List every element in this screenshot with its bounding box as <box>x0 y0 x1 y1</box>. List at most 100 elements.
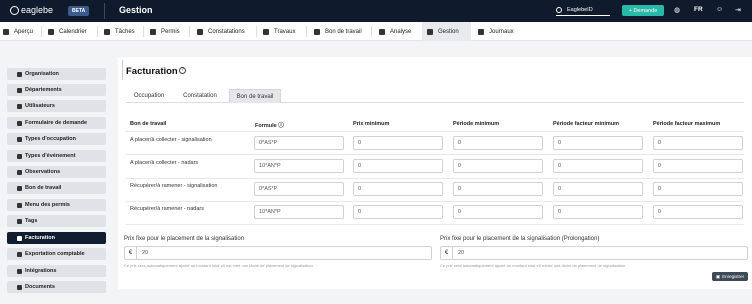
sidebar-item-utilisateurs[interactable]: Utilisateurs <box>7 100 106 112</box>
sidebar-item-organisation[interactable]: Organisation <box>7 68 106 80</box>
panel-accent-line <box>122 60 123 80</box>
min-period-input[interactable]: 0 <box>453 182 543 196</box>
nav-label: Tâches <box>115 28 135 35</box>
fixed-price-value[interactable]: 20 <box>137 250 148 256</box>
min-factor-input[interactable]: 0 <box>553 182 643 196</box>
sidebar-item-facturation[interactable]: Facturation <box>7 232 106 244</box>
nav-travaux[interactable]: Travaux <box>263 22 307 41</box>
col-header-min-price: Prix minimum <box>353 121 390 127</box>
sidebar-item-label: Observations <box>25 169 61 175</box>
nav-taches[interactable]: Tâches <box>104 22 144 41</box>
min-period-input[interactable]: 0 <box>453 159 543 173</box>
max-factor-input[interactable]: 0 <box>653 182 743 196</box>
col-header-max-factor: Période facteur maximum <box>653 121 721 127</box>
nav-journaux[interactable]: Journaux <box>478 22 528 41</box>
nav-separator <box>371 26 372 37</box>
nav-constatations[interactable]: Constatations <box>197 22 255 41</box>
search-value: EaglebeID <box>567 7 593 13</box>
sidebar-item-observations[interactable]: Observations <box>7 166 106 178</box>
nav-separator <box>306 26 307 37</box>
fixed-price-ext-field[interactable]: € 20 <box>440 246 748 260</box>
tab-occupation[interactable]: Occupation <box>126 89 172 103</box>
nav-analyse[interactable]: Analyse <box>379 22 421 41</box>
col-header-work-order: Bon de travail <box>130 121 167 127</box>
nav-bon-de-travail[interactable]: Bon de travail <box>314 22 372 41</box>
gauge-icon <box>3 28 9 35</box>
min-period-input[interactable]: 0 <box>453 205 543 219</box>
fixed-price-ext-value[interactable]: 20 <box>453 250 464 256</box>
file-icon <box>314 28 320 35</box>
help-icon[interactable]: ⓘ <box>278 123 284 129</box>
language-selector[interactable]: FR <box>694 6 703 13</box>
min-price-input[interactable]: 0 <box>353 136 443 150</box>
search-icon <box>556 7 562 13</box>
sidebar-item-label: Organisation <box>25 71 59 77</box>
sidebar-item-documents[interactable]: Documents <box>7 281 106 293</box>
globe-icon[interactable]: ◍ <box>674 6 680 14</box>
formula-input[interactable]: 10*AN*P <box>254 205 344 219</box>
nav-separator <box>189 26 190 37</box>
formula-input[interactable]: 10*AN*P <box>254 159 344 173</box>
sidebar-item-types-occupation[interactable]: Types d'occupation <box>7 133 106 145</box>
sidebar-item-departements[interactable]: Départements <box>7 84 106 96</box>
nav-label: Analyse <box>390 28 412 35</box>
billing-panel: Facturation ? Occupation Constatation Bo… <box>118 57 752 289</box>
sidebar-item-label: Utilisateurs <box>25 103 55 109</box>
row-divider <box>126 201 744 202</box>
min-period-input[interactable]: 0 <box>453 136 543 150</box>
sidebar-item-formulaire[interactable]: Formulaire de demande <box>7 117 106 129</box>
nav-calendrier[interactable]: Calendrier <box>48 22 98 41</box>
nav-label: Constatations <box>208 28 245 35</box>
sidebar-item-menu-permis[interactable]: Menu des permis <box>7 199 106 211</box>
row-label: A placer/à collecter - signalisation <box>130 137 212 143</box>
folder-icon <box>17 284 22 290</box>
logout-icon[interactable]: ⇥ <box>735 6 741 14</box>
min-factor-input[interactable]: 0 <box>553 159 643 173</box>
sidebar-item-label: Formulaire de demande <box>25 120 88 126</box>
help-icon[interactable]: ? <box>179 67 186 74</box>
fixed-price-field[interactable]: € 20 <box>124 246 432 260</box>
fixed-price-ext-label: Prix fixe pour le placement de la signal… <box>440 236 600 242</box>
save-button[interactable]: ▣ Enregistrer <box>712 272 748 281</box>
max-factor-input[interactable]: 0 <box>653 136 743 150</box>
tab-constatation[interactable]: Constatation <box>174 89 226 103</box>
nav-gestion[interactable]: Gestion <box>422 22 471 41</box>
top-bar: eaglebe BETA Gestion EaglebeID + Demande… <box>0 0 752 22</box>
search-input[interactable]: EaglebeID <box>556 5 610 16</box>
eye-icon <box>197 28 203 35</box>
nav-separator <box>97 26 98 37</box>
user-icon[interactable]: ☺ <box>716 6 723 13</box>
nav-separator <box>143 26 144 37</box>
new-request-button[interactable]: + Demande <box>622 5 664 16</box>
min-factor-input[interactable]: 0 <box>553 136 643 150</box>
min-price-input[interactable]: 0 <box>353 182 443 196</box>
min-factor-input[interactable]: 0 <box>553 205 643 219</box>
form-icon <box>17 120 22 126</box>
settings-sidebar: Organisation Départements Utilisateurs F… <box>0 41 113 304</box>
sidebar-item-bon-de-travail[interactable]: Bon de travail <box>7 182 106 194</box>
nav-label: Journaux <box>489 28 514 35</box>
nav-apercu[interactable]: Aperçu <box>3 22 45 41</box>
sidebar-item-tags[interactable]: Tags <box>7 215 106 227</box>
logo-icon <box>10 5 19 15</box>
max-factor-input[interactable]: 0 <box>653 159 743 173</box>
tab-bon-de-travail[interactable]: Bon de travail <box>229 89 281 103</box>
nav-permis[interactable]: Permis <box>150 22 190 41</box>
beta-badge: BETA <box>68 6 90 16</box>
building-icon <box>17 71 22 77</box>
logo-text: eaglebe <box>21 5 54 15</box>
col-header-formula-text: Formule <box>255 123 277 129</box>
formula-input[interactable]: 0*AS*P <box>254 182 344 196</box>
sidebar-item-integrations[interactable]: Intégrations <box>7 265 106 277</box>
sidebar-item-label: Bon de travail <box>25 185 62 191</box>
calendar-icon <box>48 28 54 35</box>
fixed-price-hint: Ce prix sera automatiquement ajouté au m… <box>124 263 314 268</box>
max-factor-input[interactable]: 0 <box>653 205 743 219</box>
formula-input[interactable]: 0*AS*P <box>254 136 344 150</box>
sidebar-item-types-evenement[interactable]: Types d'événement <box>7 150 106 162</box>
min-price-input[interactable]: 0 <box>353 159 443 173</box>
sidebar-item-exportation[interactable]: Exportation comptable <box>7 248 106 260</box>
row-divider <box>126 178 744 179</box>
min-price-input[interactable]: 0 <box>353 205 443 219</box>
app-logo[interactable]: eaglebe <box>10 5 53 15</box>
